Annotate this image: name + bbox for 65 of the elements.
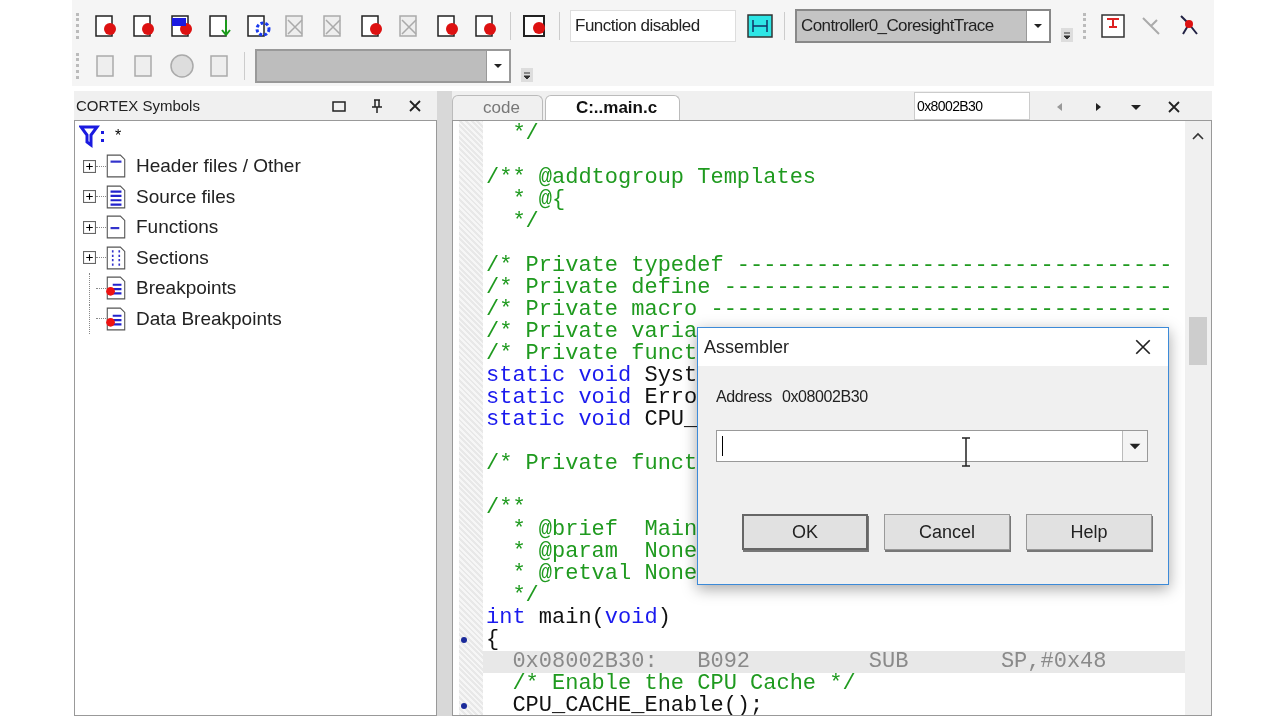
file-tab[interactable]: C:..main.c [544,95,681,120]
code-line: /** [486,497,526,519]
close-icon[interactable] [1134,338,1152,356]
dropdown-icon[interactable] [1122,431,1147,461]
tree-item[interactable]: Functions [136,216,219,239]
expand-icon[interactable] [83,159,96,173]
tree-item[interactable]: Source files [136,185,236,208]
file-icon [106,245,126,270]
code-line: /* Enable the CPU Cache */ [511,673,856,695]
code-line: CPU_CACHE_Enable(); [511,695,764,715]
toolbar-icon[interactable] [206,12,234,40]
code-line: /* Private varia [486,321,698,343]
code-line: /** @addtogroup Templates [486,167,817,189]
code-line: int main(void) [486,607,671,629]
address-value: 0x08002B30 [781,388,868,406]
file-icon [106,154,126,179]
code-line: * @retval None [511,563,698,585]
file-icon [106,215,126,240]
code-line: /* Private macro ----------------------------------- [486,299,1173,321]
code-line: * @{ [511,189,566,211]
code-line: */ [511,123,539,145]
trace-icon[interactable] [746,12,774,40]
overflow-icon[interactable] [1061,28,1073,42]
code-line: static void Erro [486,387,698,409]
address-field[interactable]: 0x8002B30 [914,92,1030,120]
code-line: */ [512,585,539,607]
dialog-button[interactable]: Cancel [884,514,1010,550]
close-icon[interactable] [1166,99,1182,115]
close-icon[interactable] [407,97,423,114]
code-line: 0x08002B30: B092 SUB SP,#0x48 [511,651,1107,673]
panel-title: CORTEX Symbols [76,97,201,114]
code-line: /* Private typedef --------------------------------- [486,255,1173,277]
function-field[interactable]: Function disabled [570,10,736,42]
code-line: /* Private funct [486,453,698,475]
expand-icon[interactable] [83,190,96,204]
tree-item[interactable]: Header files / Other [136,155,301,178]
code-line: /* Private define ---------------------------------- [486,277,1173,299]
tree-item[interactable]: Sections [136,246,209,269]
address-label: Address [716,388,772,406]
overflow-icon[interactable] [521,68,533,82]
dialog-title: Assembler [704,336,791,358]
filter-text: * [115,127,122,145]
text-cursor-icon [961,437,971,467]
scrollbar-thumb[interactable] [1189,317,1207,365]
tree-item[interactable]: Breakpoints [136,277,237,300]
code-line: /* Private funct [486,343,698,365]
code-line: * @brief Main [511,519,698,541]
code-line: static void Syst [486,365,698,387]
breakpoint-icon [106,306,126,331]
file-icon [106,184,126,209]
code-line: */ [511,211,539,233]
dialog-button[interactable]: OK [742,514,868,550]
expand-icon[interactable] [83,220,96,234]
file-tab[interactable]: code [452,95,543,120]
dialog-button[interactable]: Help [1026,514,1152,550]
target-select[interactable]: Controller0_CoresightTrace [795,9,1051,43]
expand-icon[interactable] [83,251,96,265]
document-icon[interactable] [1099,12,1127,40]
code-line: { [486,629,500,651]
toolbar-icon[interactable] [244,12,272,40]
pin-icon[interactable] [369,97,385,114]
breakpoint-icon [106,276,126,301]
code-line: static void CPU_ [486,409,698,431]
tree-item[interactable]: Data Breakpoints [136,307,282,330]
code-line: * @param None [511,541,698,563]
